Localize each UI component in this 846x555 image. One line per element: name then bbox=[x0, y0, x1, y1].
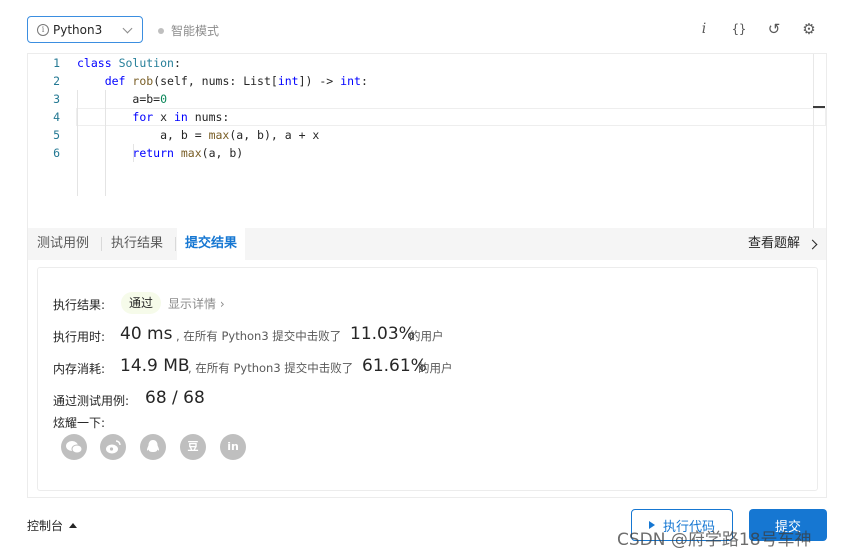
line-number: 2 bbox=[53, 74, 60, 88]
tab-test-cases[interactable]: 测试用例 bbox=[37, 228, 89, 260]
result-tabs: 测试用例 执行结果 提交结果 查看题解 bbox=[27, 228, 827, 260]
tab-run-result[interactable]: 执行结果 bbox=[111, 228, 163, 260]
share-label: 炫耀一下: bbox=[53, 416, 106, 430]
settings-button[interactable]: ⚙ bbox=[800, 19, 818, 39]
linkedin-icon[interactable]: in bbox=[220, 434, 246, 460]
smart-mode-label: 智能模式 bbox=[171, 24, 220, 38]
code-line-5: a, b = max(a, b), a + x bbox=[160, 128, 320, 142]
smart-mode-toggle[interactable]: 智能模式 bbox=[158, 22, 219, 39]
line-number: 5 bbox=[53, 128, 60, 142]
line-number: 6 bbox=[53, 146, 60, 160]
watermark: CSDN @府学路18号车神 bbox=[617, 530, 812, 550]
chevron-right-icon bbox=[807, 239, 818, 249]
weibo-icon[interactable] bbox=[100, 434, 126, 460]
info-button[interactable]: i bbox=[695, 19, 713, 39]
result-panel: 执行结果: 通过 显示详情 › 执行用时: 40 ms , 在所有 Python… bbox=[27, 260, 827, 498]
runtime-label: 执行用时: bbox=[53, 330, 106, 344]
runtime-percentile: 11.03% bbox=[350, 324, 415, 344]
console-label: 控制台 bbox=[27, 519, 64, 533]
line-number: 4 bbox=[53, 110, 60, 124]
editor-scrollbar[interactable] bbox=[813, 54, 814, 229]
code-line-2: def rob(self, nums: List[int]) -> int: bbox=[104, 74, 368, 88]
tab-divider bbox=[175, 237, 176, 251]
memory-suffix: 的用户 bbox=[418, 361, 453, 375]
chevron-right-icon: › bbox=[219, 297, 225, 311]
test-cases-value: 68 / 68 bbox=[145, 388, 205, 408]
show-details-link[interactable]: 显示详情 › bbox=[168, 295, 225, 312]
status-badge: 通过 bbox=[121, 292, 161, 314]
format-code-button[interactable]: {} bbox=[730, 19, 748, 39]
runtime-value: 40 ms bbox=[120, 324, 173, 344]
view-solution-label: 查看题解 bbox=[747, 236, 800, 251]
submission-result-card: 执行结果: 通过 显示详情 › 执行用时: 40 ms , 在所有 Python… bbox=[37, 267, 818, 491]
memory-label: 内存消耗: bbox=[53, 362, 106, 376]
code-editor[interactable]: 1 2 3 4 5 6 class Solution: def rob(self… bbox=[27, 53, 827, 229]
console-toggle[interactable]: 控制台 bbox=[27, 517, 78, 534]
code-line-6: return max(a, b) bbox=[132, 146, 244, 160]
tab-divider bbox=[101, 237, 102, 251]
line-number: 3 bbox=[53, 92, 60, 106]
runtime-beat-text: , 在所有 Python3 提交中击败了 bbox=[176, 329, 342, 343]
language-select[interactable]: i Python3 bbox=[27, 16, 143, 43]
reset-code-button[interactable]: ↺ bbox=[765, 19, 783, 39]
qq-icon[interactable] bbox=[140, 434, 166, 460]
wechat-icon[interactable] bbox=[61, 434, 87, 460]
memory-beat-text: , 在所有 Python3 提交中击败了 bbox=[188, 361, 354, 375]
caret-up-icon bbox=[69, 523, 78, 528]
exec-result-label: 执行结果: bbox=[53, 298, 106, 312]
memory-value: 14.9 MB bbox=[120, 356, 190, 376]
runtime-suffix: 的用户 bbox=[409, 329, 444, 343]
chevron-down-icon bbox=[122, 23, 133, 34]
code-line-4: for x in nums: bbox=[132, 110, 230, 124]
tab-submit-result[interactable]: 提交结果 bbox=[177, 228, 246, 260]
view-solution-link[interactable]: 查看题解 bbox=[747, 228, 818, 260]
code-line-1: class Solution: bbox=[77, 56, 181, 70]
line-number-gutter: 1 2 3 4 5 6 bbox=[28, 54, 74, 229]
language-label: Python3 bbox=[53, 22, 103, 37]
douban-icon[interactable]: 豆 bbox=[180, 434, 206, 460]
status-dot bbox=[158, 27, 164, 34]
line-number: 1 bbox=[53, 56, 60, 70]
scrollbar-cursor-marker bbox=[813, 106, 825, 108]
info-icon: i bbox=[37, 23, 49, 36]
test-cases-label: 通过测试用例: bbox=[53, 394, 130, 408]
code-line-3: a=b=0 bbox=[132, 92, 168, 106]
